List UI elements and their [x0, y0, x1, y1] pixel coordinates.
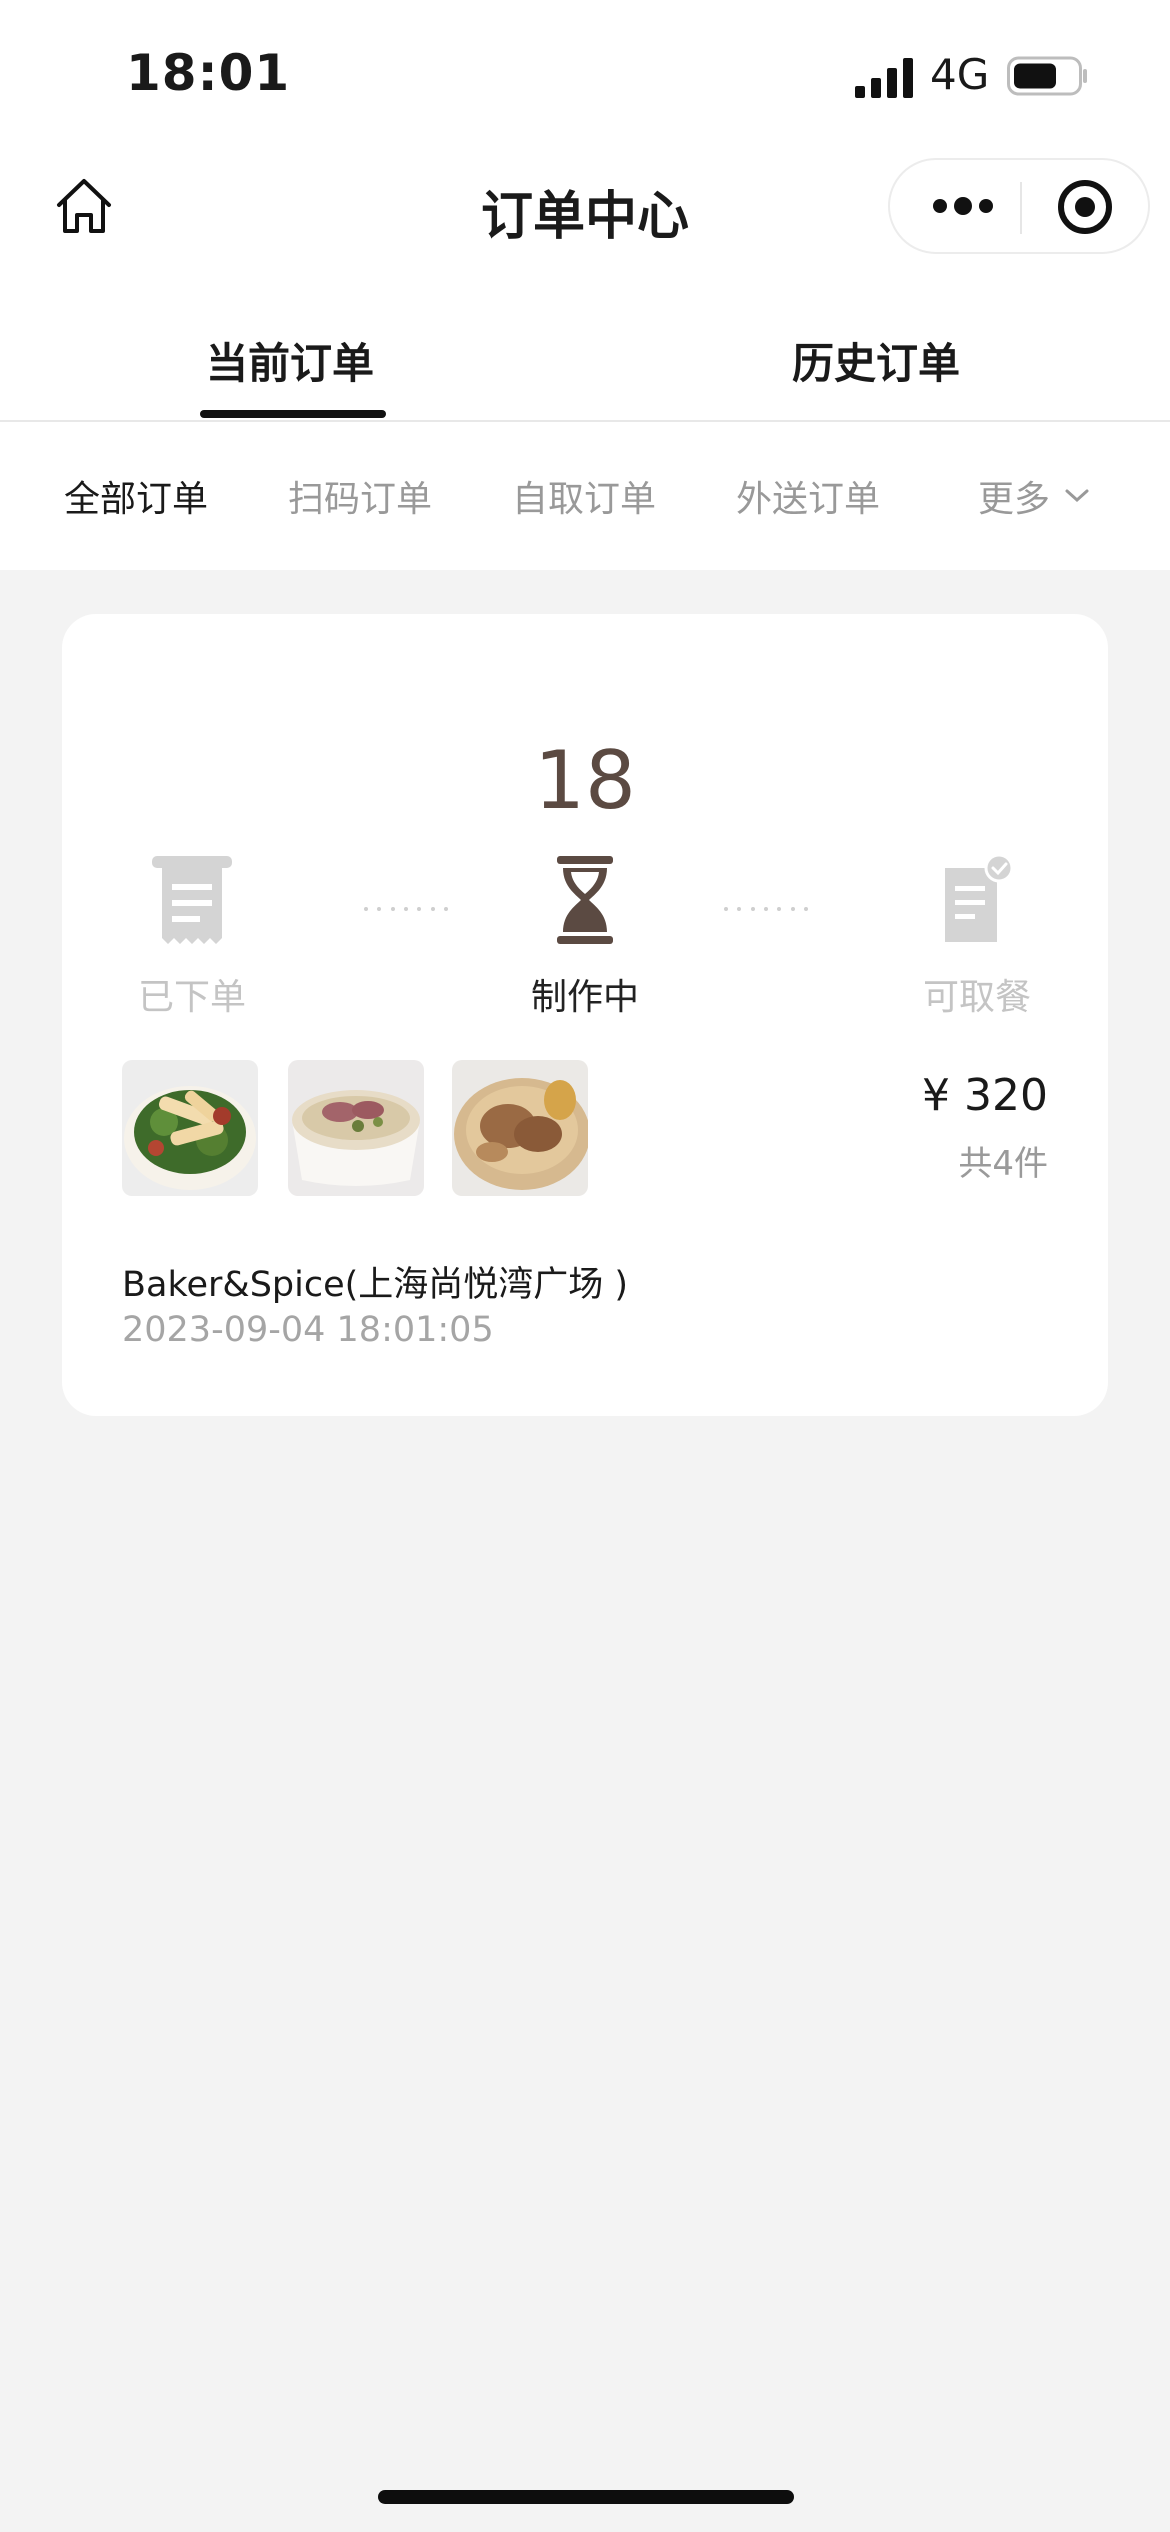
more-dots-icon — [933, 197, 993, 215]
active-tab-indicator — [200, 410, 386, 418]
close-button[interactable] — [1050, 174, 1120, 240]
order-time: 2023-09-04 18:01:05 — [122, 1310, 494, 1350]
filter-all-orders[interactable]: 全部订单 — [64, 470, 208, 522]
tabs-divider — [0, 420, 1170, 422]
hourglass-icon — [557, 856, 613, 944]
filter-more-label: 更多 — [978, 479, 1051, 520]
progress-dots — [364, 907, 448, 911]
filter-more[interactable]: 更多 — [978, 470, 1090, 522]
filter-scan-orders[interactable]: 扫码订单 — [288, 470, 432, 522]
step-ready: 可取餐 — [867, 854, 1087, 1020]
home-indicator[interactable] — [378, 2490, 794, 2504]
step-ordered: 已下单 — [82, 854, 302, 1020]
status-time: 18:01 — [126, 44, 291, 102]
chevron-down-icon — [1065, 489, 1089, 503]
progress-dots — [724, 907, 808, 911]
step-preparing: 制作中 — [475, 854, 695, 1020]
tab-current-orders[interactable]: 当前订单 — [206, 330, 374, 391]
food-salad-image — [122, 1060, 258, 1196]
step-ordered-label: 已下单 — [137, 977, 246, 1018]
store-name: Baker&Spice(上海尚悦湾广场 ) — [122, 1265, 629, 1305]
document-check-icon — [945, 854, 1014, 942]
food-chicken-image — [452, 1060, 588, 1196]
more-button[interactable] — [918, 174, 1008, 238]
receipt-icon — [152, 856, 232, 944]
filter-pickup-orders[interactable]: 自取订单 — [512, 470, 656, 522]
tab-history-orders[interactable]: 历史订单 — [792, 330, 960, 391]
battery-icon — [1007, 56, 1087, 96]
capsule-divider — [1020, 182, 1022, 234]
order-price: ¥ 320 — [922, 1070, 1048, 1121]
step-ready-label: 可取餐 — [922, 977, 1031, 1018]
signal-icon — [855, 58, 913, 98]
mini-program-capsule — [888, 158, 1150, 254]
food-noodle-image — [288, 1060, 424, 1196]
step-preparing-label: 制作中 — [530, 977, 639, 1018]
item-count: 共4件 — [958, 1144, 1048, 1184]
queue-number: 18 — [534, 734, 636, 827]
order-card[interactable]: 18 已下单 制作中 可取餐 ¥ 320 共4件 Baker&Spice(上海尚… — [62, 614, 1108, 1416]
filter-delivery-orders[interactable]: 外送订单 — [736, 470, 880, 522]
network-label: 4G — [930, 50, 990, 99]
target-close-icon — [1058, 180, 1112, 234]
